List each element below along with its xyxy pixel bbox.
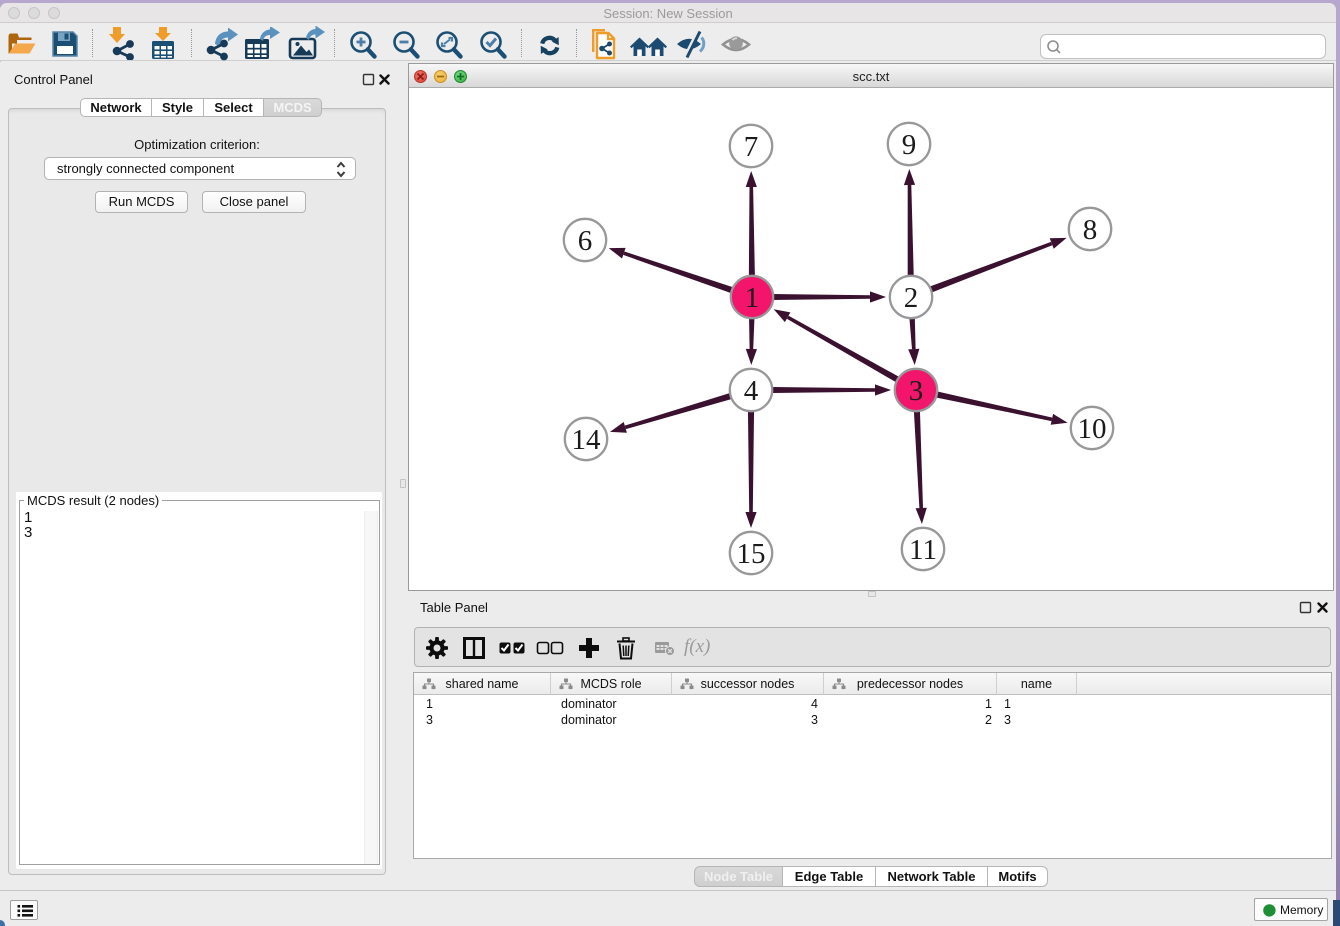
- svg-text:11: 11: [909, 534, 937, 566]
- svg-text:3: 3: [909, 375, 924, 407]
- svg-text:1: 1: [745, 282, 760, 314]
- svg-text:4: 4: [744, 375, 759, 407]
- svg-text:8: 8: [1083, 214, 1098, 246]
- svg-text:9: 9: [902, 129, 917, 161]
- svg-text:10: 10: [1078, 413, 1107, 445]
- svg-text:2: 2: [904, 282, 919, 314]
- svg-text:14: 14: [572, 424, 602, 456]
- svg-text:15: 15: [737, 538, 766, 570]
- svg-text:6: 6: [578, 225, 593, 257]
- svg-text:7: 7: [744, 131, 759, 163]
